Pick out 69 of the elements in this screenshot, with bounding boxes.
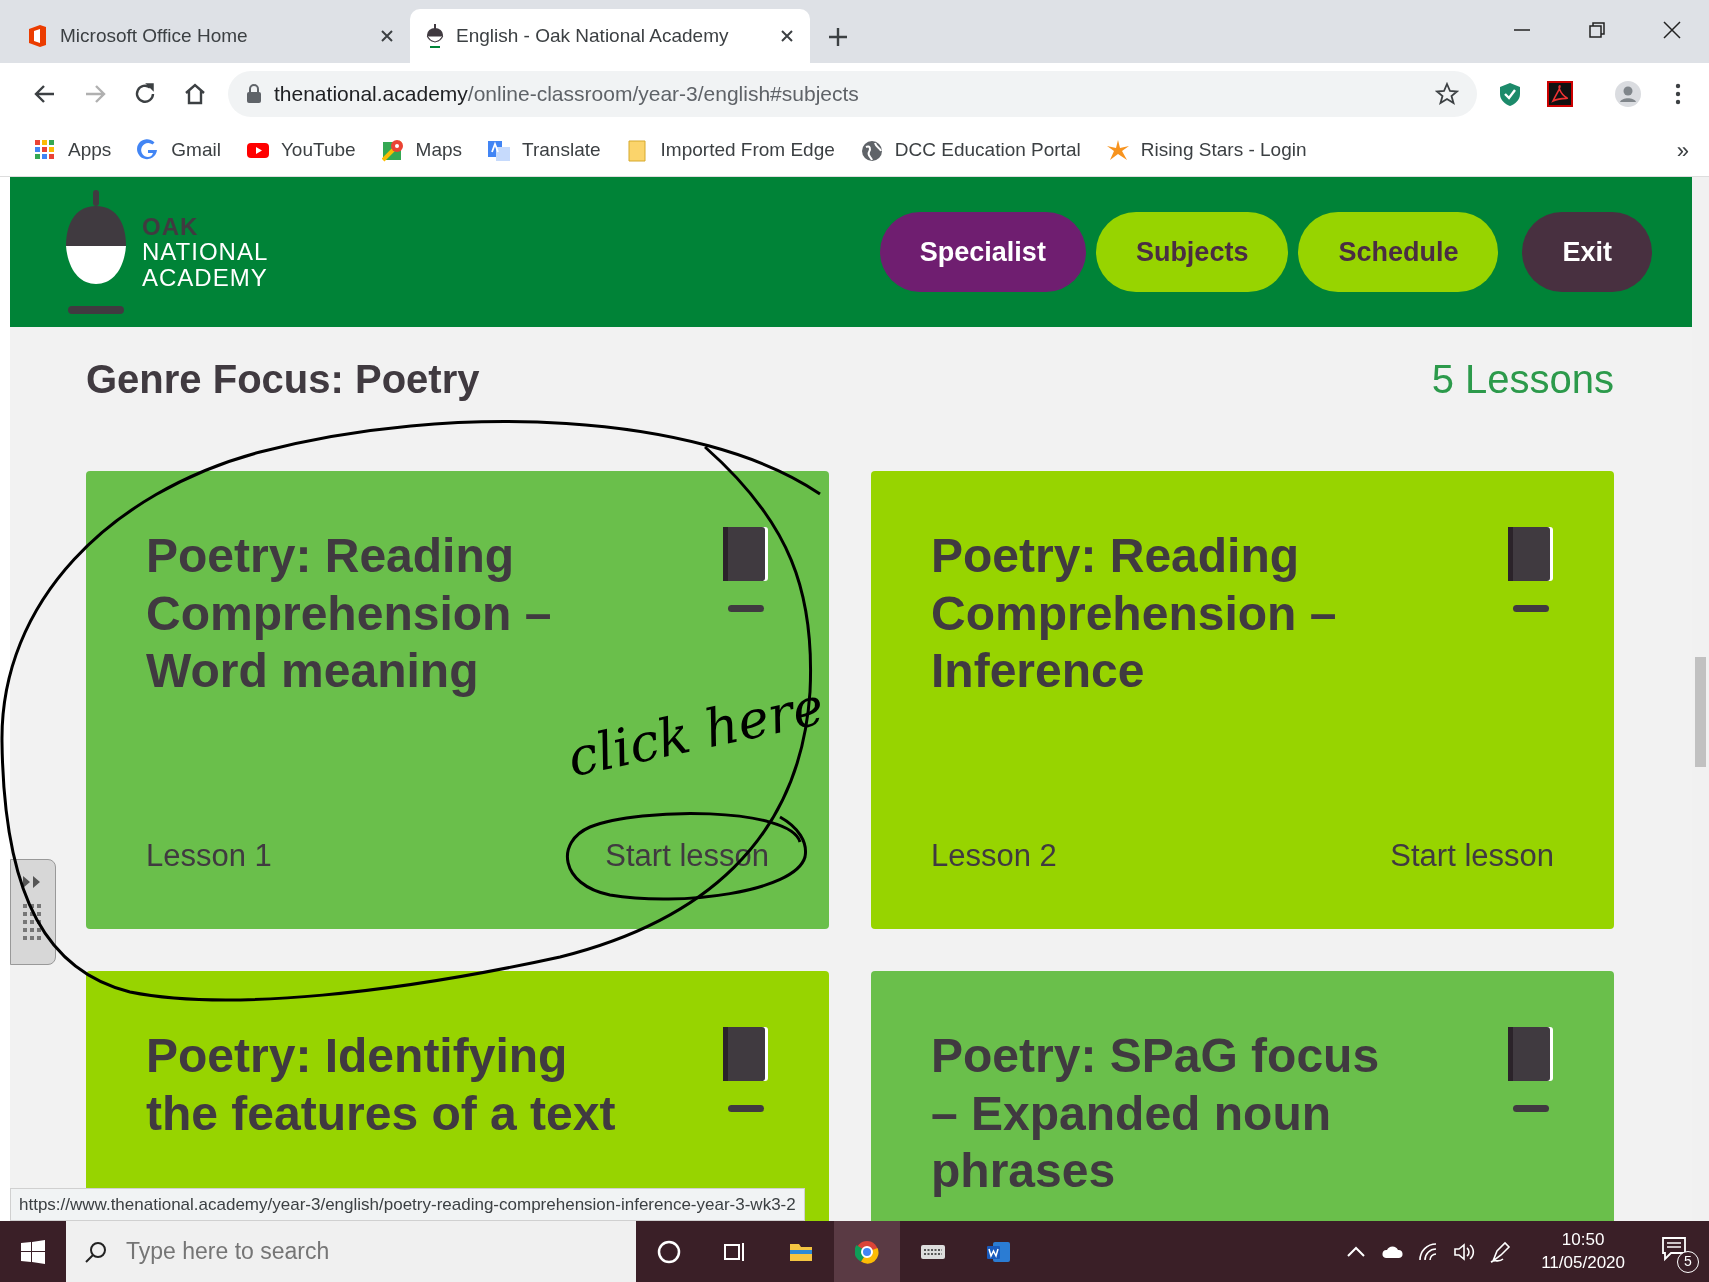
bookmark[interactable]: Maps: [381, 136, 463, 165]
close-icon[interactable]: [1661, 20, 1682, 40]
pen-icon[interactable]: [1489, 1240, 1512, 1263]
map-pin-icon: [381, 138, 404, 163]
bookmark[interactable]: Rising Stars - Login: [1106, 136, 1307, 165]
bookmark[interactable]: Translate: [488, 136, 601, 165]
bookmark[interactable]: YouTube: [246, 136, 356, 165]
browser-tab[interactable]: English - Oak National Academy: [410, 9, 810, 63]
taskbar-search-field[interactable]: Type here to search: [124, 1233, 544, 1270]
start-lesson-link[interactable]: Start lesson: [1390, 832, 1554, 879]
lesson-title: Poetry: SPaG focus – Expanded noun phrases: [931, 1028, 1381, 1200]
windows-logo-icon: [21, 1239, 45, 1264]
lesson-count: 5 Lessons: [1431, 356, 1614, 403]
close-icon[interactable]: [380, 29, 394, 43]
book-icon: [723, 1027, 769, 1113]
nav-button[interactable]: Subjects: [1095, 212, 1289, 292]
logo-text: OAK: [142, 214, 200, 240]
close-icon[interactable]: [780, 29, 794, 43]
scrollbar-thumb[interactable]: [1695, 657, 1706, 767]
notification-count: 5: [1677, 1250, 1699, 1273]
taskbar-search-box[interactable]: Type here to search: [66, 1221, 636, 1282]
lesson-card[interactable]: Poetry: Reading Comprehension – Inference Lesson 2 Start lesson: [871, 471, 1614, 929]
star-icon[interactable]: [1435, 82, 1459, 106]
lesson-title: Poetry: Reading Comprehension – Word meaning: [146, 528, 553, 700]
circle-icon[interactable]: [657, 1239, 681, 1264]
lesson-number: Lesson 1: [146, 836, 272, 875]
book-icon: [1508, 527, 1554, 613]
notifications-button[interactable]: 5: [1657, 1230, 1699, 1273]
translate-icon: [488, 138, 511, 163]
nav-button[interactable]: Schedule: [1298, 212, 1499, 292]
word-logo-icon[interactable]: [987, 1239, 1011, 1264]
bookmarks-overflow-button[interactable]: »: [1676, 134, 1689, 167]
browser-tab[interactable]: Microsoft Office Home: [10, 9, 410, 63]
book-icon: [723, 527, 769, 613]
lesson-title: Poetry: Identifying the features of a text: [146, 1028, 617, 1142]
lock-icon: [246, 84, 262, 104]
book-icon: [1508, 1027, 1554, 1113]
bookmark[interactable]: Gmail: [137, 136, 221, 165]
pdf-icon[interactable]: [1547, 81, 1573, 107]
office-logo-icon: [26, 24, 48, 48]
acorn-icon: [426, 24, 444, 48]
clock[interactable]: 10:50 11/05/2020: [1541, 1229, 1625, 1274]
status-url: https://www.thenational.academy/year-3/english/poetry-reading-comprehension-inference-year-3-wk3-2: [10, 1187, 805, 1221]
bookmark[interactable]: Apps: [34, 136, 112, 165]
scrollbar[interactable]: [1692, 177, 1709, 1221]
logo-text: ACADEMY: [142, 264, 269, 290]
avatar-icon[interactable]: [1615, 81, 1641, 107]
logo-text: NATIONAL: [142, 239, 269, 265]
section-title: Genre Focus: Poetry: [86, 356, 480, 403]
search-icon: [84, 1239, 108, 1264]
lesson-card[interactable]: Poetry: SPaG focus – Expanded noun phrases: [871, 971, 1614, 1221]
nav-button[interactable]: Exit: [1522, 212, 1652, 292]
url-text: thenational.academy/online-classroom/year-3/english#subjects: [274, 81, 859, 108]
side-panel-handle[interactable]: [10, 859, 56, 965]
tab-title: Microsoft Office Home: [60, 23, 249, 48]
lesson-number: Lesson 2: [931, 836, 1057, 875]
lesson-title: Poetry: Reading Comprehension – Inference: [931, 528, 1338, 700]
address-bar[interactable]: thenational.academy/online-classroom/year-3/english#subjects: [228, 71, 1477, 117]
globe-icon: [860, 138, 883, 163]
restore-icon[interactable]: [1586, 20, 1607, 40]
handwritten-note: click here: [561, 674, 830, 791]
bookmark[interactable]: DCC Education Portal: [860, 136, 1081, 165]
tab-title: English - Oak National Academy: [456, 23, 730, 48]
plus-icon: [828, 27, 848, 47]
chrome-logo-icon[interactable]: [855, 1239, 879, 1264]
folder-icon: [626, 138, 649, 163]
bookmark[interactable]: Imported From Edge: [626, 136, 835, 165]
nav-button[interactable]: Specialist: [879, 212, 1086, 292]
shield-icon[interactable]: [1497, 81, 1523, 107]
